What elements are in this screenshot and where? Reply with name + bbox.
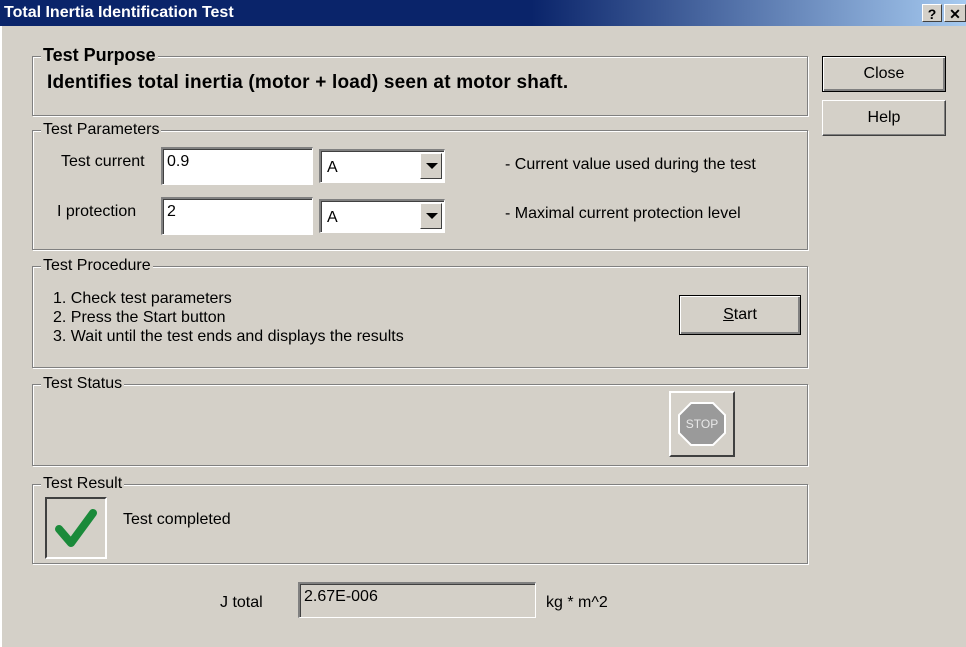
procedure-steps: 1. Check test parameters 2. Press the St…	[53, 289, 404, 346]
title-bar: Total Inertia Identification Test ? ✕	[0, 0, 966, 26]
help-button[interactable]: Help	[822, 100, 946, 136]
start-button[interactable]: Start	[679, 295, 801, 335]
test-current-value: 0.9	[167, 153, 190, 170]
close-icon: ✕	[949, 6, 961, 22]
test-status-legend: Test Status	[41, 375, 125, 393]
test-result-group: Test Result Test completed	[32, 475, 808, 564]
test-current-input[interactable]: 0.9	[161, 147, 313, 185]
test-parameters-legend: Test Parameters	[41, 121, 162, 139]
test-result-legend: Test Result	[41, 475, 125, 493]
i-protection-value: 2	[167, 203, 176, 220]
help-button-label: Help	[867, 109, 901, 126]
result-indicator	[45, 497, 107, 559]
stop-icon-text: STOP	[686, 417, 718, 431]
help-titlebar-button[interactable]: ?	[922, 4, 942, 22]
j-total-output: 2.67E-006	[298, 582, 536, 618]
test-current-description: - Current value used during the test	[505, 156, 756, 173]
i-protection-description: - Maximal current protection level	[505, 205, 741, 222]
j-total-label: J total	[220, 594, 263, 611]
checkmark-icon	[55, 509, 97, 547]
chevron-down-icon[interactable]	[420, 203, 442, 229]
close-titlebar-button[interactable]: ✕	[944, 4, 966, 22]
test-procedure-legend: Test Procedure	[41, 257, 153, 275]
stop-icon: STOP	[678, 402, 726, 446]
j-total-unit: kg * m^2	[546, 594, 608, 611]
test-current-unit-value: A	[327, 159, 338, 176]
test-current-unit-select[interactable]: A	[319, 149, 445, 183]
start-button-mnemonic: S	[723, 306, 734, 323]
procedure-step: 3. Wait until the test ends and displays…	[53, 328, 404, 345]
test-result-text: Test completed	[123, 511, 231, 528]
close-button[interactable]: Close	[822, 56, 946, 92]
question-icon: ?	[927, 6, 937, 22]
test-parameters-group: Test Parameters Test current 0.9 A - Cur…	[32, 121, 808, 250]
test-purpose-group: Test Purpose Identifies total inertia (m…	[32, 45, 808, 116]
i-protection-input[interactable]: 2	[161, 197, 313, 235]
chevron-down-icon[interactable]	[420, 153, 442, 179]
close-button-label: Close	[863, 65, 905, 82]
window-title: Total Inertia Identification Test	[4, 4, 234, 21]
test-purpose-text: Identifies total inertia (motor + load) …	[47, 72, 569, 93]
procedure-step: 2. Press the Start button	[53, 309, 226, 326]
test-status-group: Test Status STOP	[32, 375, 808, 466]
i-protection-unit-select[interactable]: A	[319, 199, 445, 233]
start-button-label: tart	[733, 306, 757, 323]
i-protection-unit-value: A	[327, 209, 338, 226]
test-procedure-group: Test Procedure 1. Check test parameters …	[32, 257, 808, 368]
test-purpose-legend: Test Purpose	[41, 45, 158, 66]
procedure-step: 1. Check test parameters	[53, 290, 232, 307]
test-current-label: Test current	[61, 153, 145, 170]
stop-indicator: STOP	[669, 391, 735, 457]
j-total-value: 2.67E-006	[304, 588, 378, 605]
i-protection-label: I protection	[57, 203, 137, 220]
